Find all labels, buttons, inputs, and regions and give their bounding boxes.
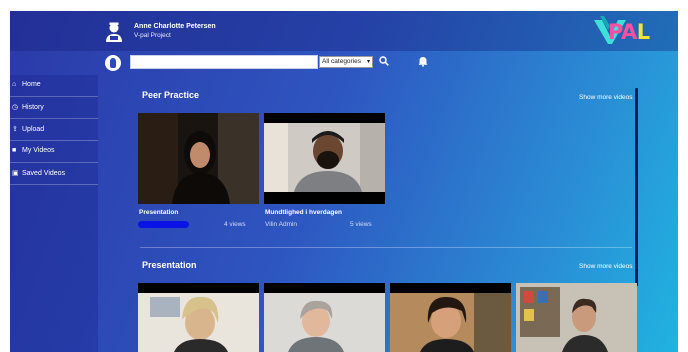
category-select-value: All categories xyxy=(322,58,362,65)
video-thumbnail[interactable] xyxy=(138,283,259,352)
save-icon: ▣ xyxy=(12,170,19,177)
sidebar-item-upload[interactable]: ⇪ Upload xyxy=(10,119,98,141)
redacted-author-scribble xyxy=(138,221,189,228)
user-avatar-icon[interactable] xyxy=(105,21,123,43)
video-author: Vilin Admin xyxy=(265,221,298,228)
category-select[interactable]: All categories ▾ xyxy=(319,56,373,68)
show-more-button[interactable]: Show more videos xyxy=(579,263,632,270)
video-title[interactable]: Presentation xyxy=(139,209,178,216)
section-title-peer-practice: Peer Practice xyxy=(142,90,200,100)
bell-icon[interactable] xyxy=(418,56,428,67)
clock-icon: ◷ xyxy=(12,104,19,111)
video-card[interactable] xyxy=(264,113,385,204)
dropdown-arrow-icon: ▾ xyxy=(366,59,370,65)
video-thumbnail[interactable] xyxy=(516,283,637,352)
video-card[interactable] xyxy=(138,283,259,352)
top-bar: Anne Charlotte Petersen V-pal Project PA… xyxy=(10,11,678,51)
search-input[interactable] xyxy=(130,55,318,69)
upload-icon: ⇪ xyxy=(12,126,18,133)
video-thumbnail[interactable] xyxy=(390,283,511,352)
sidebar-item-label: History xyxy=(22,104,44,111)
sidebar-item-label: Saved Videos xyxy=(22,170,66,177)
sidebar-item-history[interactable]: ◷ History xyxy=(10,97,98,119)
video-card[interactable] xyxy=(264,283,385,352)
logo-text: PAL xyxy=(608,20,650,44)
sidebar-item-label: Home xyxy=(22,81,41,88)
home-logo-icon[interactable] xyxy=(105,55,121,71)
user-name: Anne Charlotte Petersen xyxy=(134,23,216,30)
video-thumbnail[interactable] xyxy=(264,283,385,352)
sidebar-item-label: Upload xyxy=(22,126,45,133)
video-title[interactable]: Mundtlighed i hverdagen xyxy=(265,209,342,216)
video-thumbnail[interactable] xyxy=(138,113,259,204)
user-project: V-pal Project xyxy=(134,32,171,39)
home-icon: ⌂ xyxy=(12,81,17,88)
search-icon[interactable] xyxy=(379,56,389,66)
video-card[interactable] xyxy=(138,113,259,204)
sidebar-item-home[interactable]: ⌂ Home xyxy=(10,75,98,97)
video-card[interactable] xyxy=(516,283,637,352)
main-scrollbar[interactable] xyxy=(635,88,638,286)
sidebar-item-my-videos[interactable]: ■ My Videos xyxy=(10,141,98,163)
sidebar-item-label: My Videos xyxy=(22,147,55,154)
section-divider xyxy=(140,247,632,248)
sidebar-item-saved-videos[interactable]: ▣ Saved Videos xyxy=(10,163,98,185)
video-camera-icon: ■ xyxy=(12,147,17,154)
video-card[interactable] xyxy=(390,283,511,352)
section-title-presentation: Presentation xyxy=(142,260,197,270)
search-row: All categories ▾ xyxy=(10,51,678,75)
video-views: 4 views xyxy=(224,221,246,228)
show-more-button[interactable]: Show more videos xyxy=(579,94,632,101)
video-views: 5 views xyxy=(350,221,372,228)
sidebar: ⌂ Home ◷ History ⇪ Upload ■ My Videos ▣ Saved… xyxy=(10,75,98,352)
video-thumbnail[interactable] xyxy=(264,113,385,204)
vpal-logo[interactable]: PAL xyxy=(592,14,672,48)
